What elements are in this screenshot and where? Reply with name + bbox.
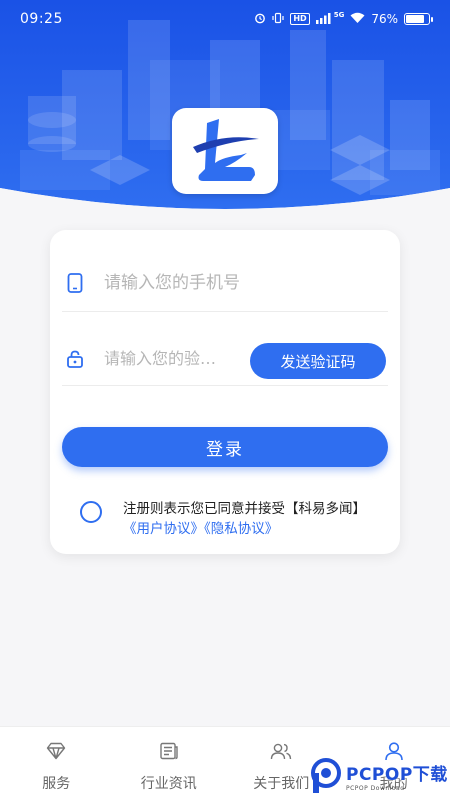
alarm-icon (254, 12, 266, 27)
nav-label: 服务 (42, 776, 71, 792)
diamond-icon (46, 740, 66, 762)
user-agreement-link[interactable]: 《用户协议》 (123, 521, 204, 537)
watermark-subtitle: PCPOP Download (346, 785, 405, 792)
people-icon (270, 740, 292, 762)
status-bar: 09:25 HD 5G 76% (0, 0, 450, 38)
hero-banner: 09:25 HD 5G 76% (0, 0, 450, 218)
news-icon (159, 740, 179, 762)
battery-percent: 76% (371, 12, 398, 26)
nav-item-services[interactable]: 服务 (0, 727, 113, 800)
pcpop-watermark: PCPOP下载 PCPOP Download (310, 752, 450, 800)
privacy-policy-link[interactable]: 《隐私协议》 (204, 521, 278, 537)
nav-label: 关于我们 (253, 776, 310, 792)
login-card: 发送验证码 登录 注册则表示您已同意并接受【科易多闻】《用户协议》《隐私协议》 (50, 230, 400, 554)
agreement-row: 注册则表示您已同意并接受【科易多闻】《用户协议》《隐私协议》 (80, 499, 380, 539)
agreement-checkbox[interactable] (80, 501, 102, 523)
signal-icon (315, 12, 332, 27)
phone-field-row (62, 254, 388, 312)
battery-icon (404, 13, 433, 25)
nav-item-industry-news[interactable]: 行业资讯 (113, 727, 226, 800)
lock-icon (64, 350, 86, 368)
watermark-title: PCPOP下载 (346, 765, 448, 785)
verification-code-input[interactable] (104, 349, 240, 368)
hd-badge: HD (290, 13, 310, 25)
code-field-row: 发送验证码 (62, 332, 388, 386)
pcpop-logo-icon (311, 758, 341, 793)
send-code-button[interactable]: 发送验证码 (250, 343, 386, 379)
status-icons: HD 5G 76% (254, 11, 433, 27)
status-time: 09:25 (20, 11, 63, 27)
login-button[interactable]: 登录 (62, 427, 388, 467)
nav-label: 行业资讯 (140, 776, 197, 792)
app-logo-icon (193, 119, 259, 181)
agreement-text: 注册则表示您已同意并接受【科易多闻】《用户协议》《隐私协议》 (123, 499, 380, 539)
app-logo (172, 108, 278, 194)
phone-icon (64, 272, 86, 293)
wifi-icon (350, 12, 365, 27)
phone-input[interactable] (104, 272, 388, 293)
vibrate-icon (272, 12, 284, 27)
agreement-statement: 注册则表示您已同意并接受【科易多闻】 (123, 501, 366, 517)
signal-type-label: 5G (333, 11, 345, 19)
